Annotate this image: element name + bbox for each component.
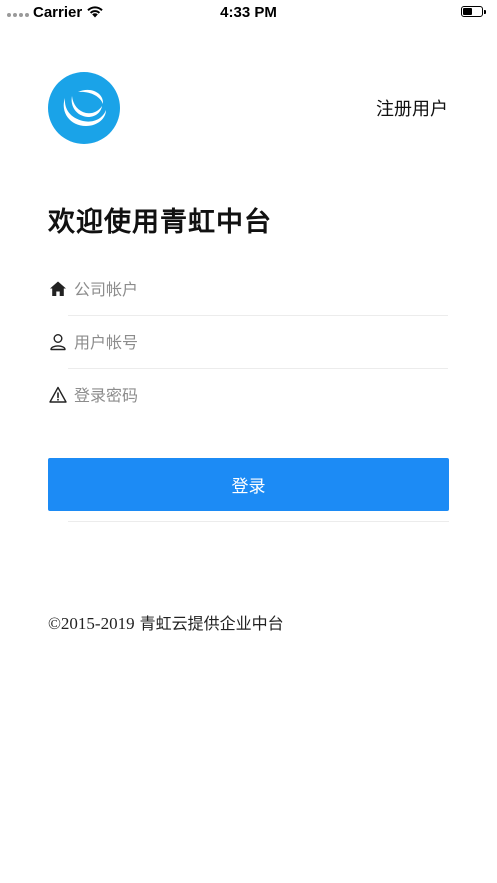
username-input[interactable] [74, 321, 444, 363]
company-account-row [48, 264, 448, 316]
copyright-text: ©2015-2019 青虹云提供企业中台 [48, 610, 284, 634]
home-icon [50, 281, 66, 296]
login-divider [68, 521, 449, 522]
qinghong-cloud-logo-icon [48, 72, 120, 144]
username-divider [68, 368, 448, 369]
user-icon [50, 334, 66, 351]
company-account-input[interactable] [74, 268, 444, 310]
copyright-year: ©2015-2019 [48, 614, 135, 633]
password-input[interactable] [74, 374, 444, 416]
warning-icon [49, 386, 67, 403]
status-time: 4:33 PM [220, 4, 277, 21]
company-account-divider [68, 315, 448, 316]
password-row [48, 370, 448, 422]
copyright-company: 青虹云提供企业中台 [139, 614, 284, 633]
battery-icon [461, 6, 486, 17]
username-row [48, 317, 448, 369]
login-button[interactable]: 登录 [48, 458, 449, 511]
status-bar: Carrier 4:33 PM [0, 0, 497, 26]
register-user-link[interactable]: 注册用户 [376, 95, 448, 121]
welcome-title: 欢迎使用青虹中台 [48, 207, 272, 238]
